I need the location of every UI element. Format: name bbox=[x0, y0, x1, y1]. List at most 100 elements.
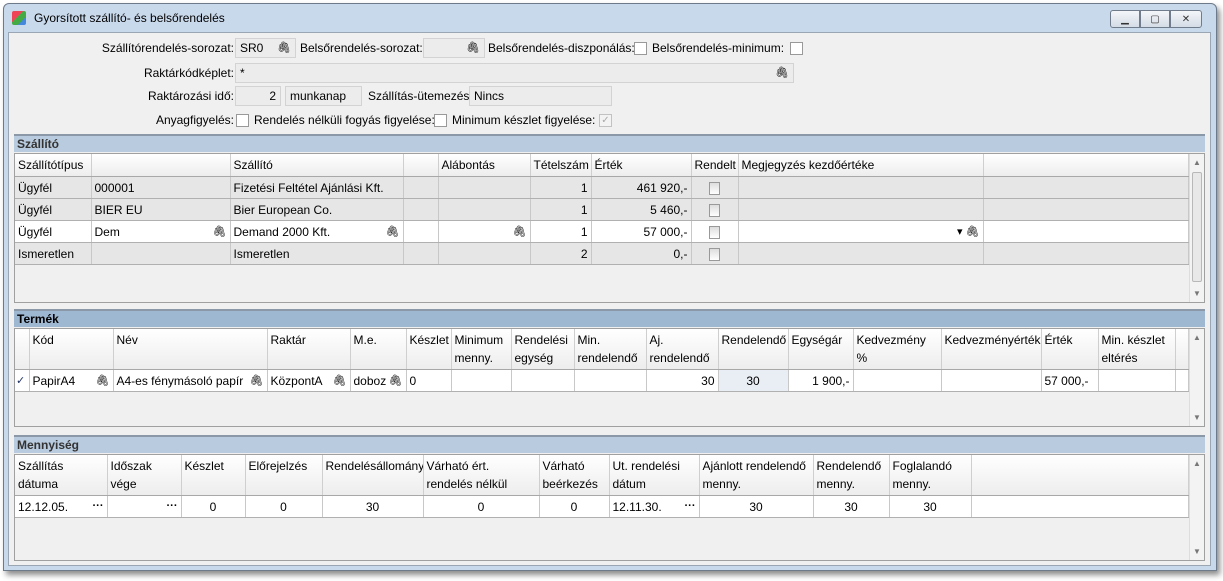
cell[interactable]: 000001 bbox=[91, 176, 231, 199]
column-header[interactable]: Előrejelzés bbox=[245, 455, 323, 496]
column-header[interactable]: Várható beérkezés bbox=[539, 455, 610, 496]
column-header[interactable] bbox=[983, 154, 1189, 177]
scroll-up-icon[interactable]: ▲ bbox=[1190, 158, 1204, 167]
table-row[interactable]: 12.12.05. ··· ··· 0 0 30 0 0 12.11.30. ··· 30 30 30 bbox=[15, 495, 1189, 518]
cell[interactable]: Ügyfél bbox=[15, 220, 92, 243]
column-header[interactable]: Min. rendelendő bbox=[574, 329, 647, 370]
cell[interactable] bbox=[1175, 369, 1189, 392]
cell[interactable]: 0,- bbox=[591, 242, 692, 265]
column-header[interactable] bbox=[15, 329, 30, 370]
column-header[interactable]: Aj. rendelendő bbox=[646, 329, 719, 370]
cell[interactable]: 2 bbox=[530, 242, 592, 265]
cell[interactable]: 30 bbox=[699, 495, 814, 518]
table-row[interactable]: Ügyfél Dem 🖇 Demand 2000 Kft. 🖇 🖇 1 57 000,- ▾ 🖇 bbox=[15, 220, 1189, 243]
scroll-up-icon[interactable]: ▲ bbox=[1190, 333, 1204, 342]
cell[interactable]: ▾ 🖇 bbox=[738, 220, 984, 243]
cell[interactable]: Ismeretlen bbox=[15, 242, 92, 265]
internal-disposition-checkbox[interactable] bbox=[634, 42, 647, 55]
scroll-down-icon[interactable]: ▼ bbox=[1190, 413, 1204, 422]
cell[interactable]: 0 bbox=[181, 495, 246, 518]
cell[interactable] bbox=[941, 369, 1042, 392]
cell[interactable]: 0 bbox=[406, 369, 452, 392]
cell[interactable]: 5 460,- bbox=[591, 198, 692, 221]
cell[interactable]: 12.12.05. ··· bbox=[15, 495, 108, 518]
cell[interactable] bbox=[983, 198, 1189, 221]
cell[interactable] bbox=[738, 176, 984, 199]
column-header[interactable]: Megjegyzés kezdőértéke bbox=[738, 154, 984, 177]
cell[interactable] bbox=[738, 242, 984, 265]
cell[interactable] bbox=[853, 369, 942, 392]
schedule-field[interactable]: Nincs bbox=[469, 86, 612, 106]
row-checkbox[interactable] bbox=[709, 225, 720, 239]
paperclip-icon[interactable]: 🖇 bbox=[386, 225, 400, 238]
cell[interactable]: Ügyfél bbox=[15, 198, 92, 221]
cell[interactable] bbox=[691, 198, 739, 221]
column-header[interactable]: Készlet bbox=[181, 455, 246, 496]
vertical-scrollbar[interactable]: ▲ ▼ bbox=[1189, 455, 1204, 560]
cell[interactable]: A4-es fénymásoló papír 🖇 bbox=[113, 369, 268, 392]
column-header[interactable]: Várható ért. rendelés nélkül bbox=[423, 455, 540, 496]
column-header[interactable]: Szállítótípus bbox=[15, 154, 92, 177]
cell[interactable]: Ügyfél bbox=[15, 176, 92, 199]
column-header[interactable]: Tételszám bbox=[530, 154, 592, 177]
cell[interactable]: doboz 🖇 bbox=[350, 369, 407, 392]
table-row[interactable]: ✓ PapirA4 🖇 A4-es fénymásoló papír 🖇 KözpontA… bbox=[15, 369, 1189, 392]
column-header[interactable]: Foglalandó menny. bbox=[889, 455, 972, 496]
cell[interactable]: 1 bbox=[530, 176, 592, 199]
column-header[interactable]: Kód bbox=[29, 329, 114, 370]
cell[interactable] bbox=[691, 242, 739, 265]
cell[interactable]: 1 bbox=[530, 198, 592, 221]
paperclip-icon[interactable]: 🖇 bbox=[96, 374, 110, 387]
row-checkbox[interactable] bbox=[709, 247, 720, 261]
cell[interactable]: 🖇 bbox=[438, 220, 531, 243]
cell[interactable] bbox=[438, 176, 531, 199]
cell[interactable]: 30 bbox=[718, 369, 789, 392]
cell[interactable]: 57 000,- bbox=[591, 220, 692, 243]
row-checkbox[interactable] bbox=[709, 181, 720, 195]
cell[interactable] bbox=[91, 242, 231, 265]
column-header[interactable]: Szállítás dátuma bbox=[15, 455, 108, 496]
warehouse-code-field[interactable]: * 🖇 bbox=[235, 63, 794, 83]
column-header[interactable]: Rendelési egység bbox=[511, 329, 575, 370]
ellipsis-button[interactable]: ··· bbox=[167, 500, 178, 512]
column-header[interactable] bbox=[1175, 329, 1189, 370]
vertical-scrollbar[interactable]: ▲ ▼ bbox=[1189, 154, 1204, 302]
column-header[interactable]: M.e. bbox=[350, 329, 407, 370]
cell[interactable]: 30 bbox=[889, 495, 972, 518]
column-header[interactable]: Rendelésállomány bbox=[322, 455, 424, 496]
cell[interactable]: ··· bbox=[107, 495, 182, 518]
vertical-scrollbar[interactable]: ▲ ▼ bbox=[1189, 329, 1204, 426]
column-header[interactable]: Ut. rendelési dátum bbox=[609, 455, 700, 496]
paperclip-icon[interactable]: 🖇 bbox=[389, 374, 403, 387]
paperclip-icon[interactable]: 🖇 bbox=[213, 225, 227, 238]
column-header[interactable]: Kedvezmény % bbox=[853, 329, 942, 370]
paperclip-icon[interactable]: 🖇 bbox=[277, 41, 291, 56]
scroll-down-icon[interactable]: ▼ bbox=[1190, 547, 1204, 556]
column-header[interactable]: Készlet bbox=[406, 329, 452, 370]
cell[interactable] bbox=[983, 242, 1189, 265]
cell[interactable] bbox=[511, 369, 575, 392]
column-header[interactable] bbox=[403, 154, 439, 177]
column-header[interactable]: Érték bbox=[591, 154, 692, 177]
cell[interactable]: 0 bbox=[423, 495, 540, 518]
cell[interactable]: Fizetési Feltétel Ajánlási Kft. bbox=[230, 176, 404, 199]
table-row[interactable]: Ismeretlen Ismeretlen 2 0,- bbox=[15, 242, 1189, 265]
material-watch-checkbox[interactable] bbox=[236, 114, 249, 127]
cell[interactable]: 1 bbox=[530, 220, 592, 243]
ellipsis-button[interactable]: ··· bbox=[93, 500, 104, 512]
internal-minimum-checkbox[interactable] bbox=[790, 42, 803, 55]
table-row[interactable]: Ügyfél BIER EU Bier European Co. 1 5 460,- bbox=[15, 198, 1189, 221]
paperclip-icon[interactable]: 🖇 bbox=[333, 374, 347, 387]
cell[interactable]: 12.11.30. ··· bbox=[609, 495, 700, 518]
paperclip-icon[interactable]: 🖇 bbox=[466, 41, 480, 56]
table-row[interactable]: Ügyfél 000001 Fizetési Feltétel Ajánlási K… bbox=[15, 176, 1189, 199]
cell[interactable]: 0 bbox=[539, 495, 610, 518]
column-header[interactable]: Érték bbox=[1041, 329, 1099, 370]
column-header[interactable] bbox=[971, 455, 1189, 496]
cell[interactable] bbox=[738, 198, 984, 221]
cell[interactable] bbox=[574, 369, 647, 392]
column-header[interactable] bbox=[91, 154, 231, 177]
maximize-button[interactable]: ▢ bbox=[1140, 10, 1170, 28]
cell[interactable]: 30 bbox=[322, 495, 424, 518]
column-header[interactable]: Minimum menny. bbox=[451, 329, 512, 370]
